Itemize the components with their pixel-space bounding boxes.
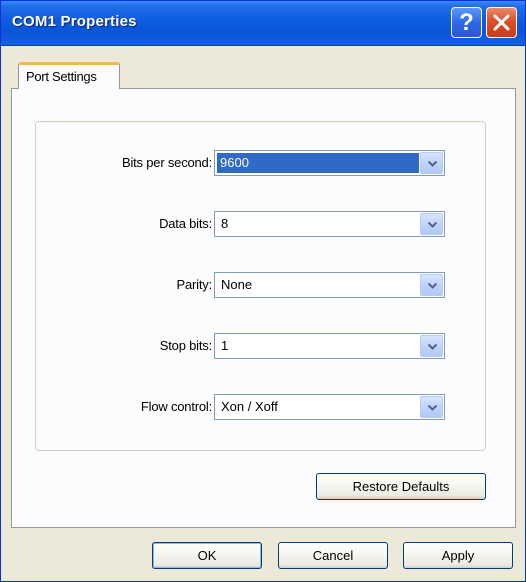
- title-bar[interactable]: COM1 Properties ?: [1, 1, 525, 46]
- close-button[interactable]: [486, 7, 517, 38]
- flow-control-value: Xon / Xoff: [221, 399, 278, 414]
- apply-button[interactable]: Apply: [403, 542, 513, 569]
- chevron-down-icon: [428, 344, 437, 350]
- field-row-bits-per-second: Bits per second: 9600: [0, 150, 526, 176]
- chevron-down-icon: [428, 405, 437, 411]
- restore-defaults-button[interactable]: Restore Defaults: [316, 473, 486, 500]
- bits-per-second-label: Bits per second:: [121, 155, 212, 170]
- field-row-parity: Parity: None: [0, 272, 526, 298]
- parity-dropdown-button[interactable]: [420, 274, 443, 296]
- chevron-down-icon: [428, 161, 437, 167]
- field-row-stop-bits: Stop bits: 1: [0, 333, 526, 359]
- parity-label: Parity:: [176, 277, 213, 292]
- bits-per-second-value: 9600: [217, 153, 419, 173]
- help-button[interactable]: ?: [451, 7, 482, 38]
- flow-control-label: Flow control:: [140, 399, 212, 414]
- data-bits-label: Data bits:: [159, 216, 212, 231]
- stop-bits-select[interactable]: 1: [214, 333, 445, 359]
- ok-button[interactable]: OK: [152, 542, 262, 569]
- tab-port-settings[interactable]: Port Settings: [18, 62, 120, 89]
- chevron-down-icon: [428, 283, 437, 289]
- data-bits-value: 8: [221, 216, 229, 231]
- stop-bits-label: Stop bits:: [159, 338, 212, 353]
- data-bits-select[interactable]: 8: [214, 211, 445, 237]
- flow-control-dropdown-button[interactable]: [420, 396, 443, 418]
- flow-control-select[interactable]: Xon / Xoff: [214, 394, 445, 420]
- close-icon: [493, 14, 510, 31]
- parity-select[interactable]: None: [214, 272, 445, 298]
- bits-per-second-select[interactable]: 9600: [214, 150, 445, 176]
- help-icon: ?: [459, 9, 474, 36]
- field-row-data-bits: Data bits: 8: [0, 211, 526, 237]
- parity-value: None: [221, 277, 253, 292]
- chevron-down-icon: [428, 222, 437, 228]
- stop-bits-value: 1: [221, 338, 229, 353]
- cancel-button[interactable]: Cancel: [278, 542, 388, 569]
- bits-per-second-dropdown-button[interactable]: [420, 152, 443, 174]
- window-title: COM1 Properties: [12, 13, 137, 30]
- stop-bits-dropdown-button[interactable]: [420, 335, 443, 357]
- data-bits-dropdown-button[interactable]: [420, 213, 443, 235]
- field-row-flow-control: Flow control: Xon / Xoff: [0, 394, 526, 420]
- tab-label: Port Settings: [26, 69, 97, 84]
